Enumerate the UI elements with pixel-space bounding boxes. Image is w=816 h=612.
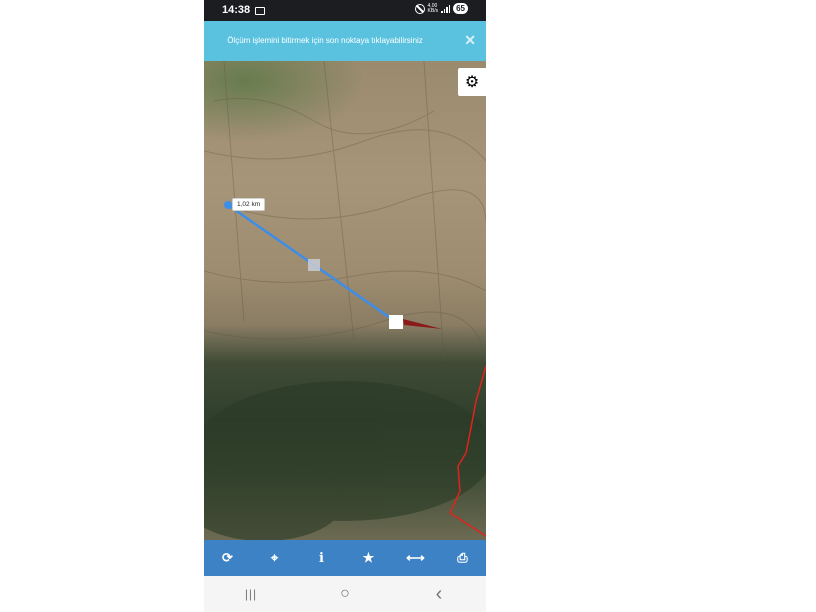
- print-button[interactable]: ⎙: [448, 543, 478, 573]
- locate-button[interactable]: ⌖: [260, 543, 290, 573]
- measure-icon: ⟷: [406, 550, 425, 565]
- favorite-button[interactable]: ★: [354, 543, 384, 573]
- info-button[interactable]: i: [307, 543, 337, 573]
- measure-start-point: [224, 201, 232, 209]
- settings-button[interactable]: ⚙: [458, 68, 486, 96]
- battery-badge: 65: [453, 3, 468, 14]
- info-icon: i: [319, 550, 324, 566]
- network-speed-unit: KB/s: [427, 7, 439, 14]
- android-nav-bar: ||| ○ ‹: [204, 576, 486, 612]
- satellite-map[interactable]: 1,02 km ⚙: [204, 61, 486, 540]
- measure-hint-banner: Ölçüm işlemini bitirmek için son noktaya…: [204, 21, 486, 61]
- recent-apps-button[interactable]: |||: [231, 579, 271, 609]
- gear-icon: ⚙: [464, 74, 480, 91]
- measure-button[interactable]: ⟷: [401, 543, 431, 573]
- measure-midpoint-handle[interactable]: [308, 259, 320, 271]
- refresh-icon: ⟳: [222, 550, 233, 565]
- recent-apps-icon: |||: [244, 587, 258, 601]
- crosshair-icon: ⌖: [270, 550, 279, 565]
- print-icon: ⎙: [457, 550, 468, 565]
- distance-label: 1,02 km: [232, 198, 266, 211]
- measure-end-handle[interactable]: [389, 315, 403, 329]
- back-button[interactable]: ‹: [419, 579, 459, 609]
- network-speed: 4,00 KB/s: [427, 3, 439, 14]
- signal-icon: [441, 4, 451, 13]
- refresh-button[interactable]: ⟳: [213, 543, 243, 573]
- bottom-toolbar: ⟳ ⌖ i ★ ⟷ ⎙: [204, 540, 486, 576]
- close-icon[interactable]: ✕: [464, 32, 476, 49]
- status-right-group: 4,00 KB/s 65: [414, 3, 468, 14]
- map-overlay: [204, 61, 486, 540]
- do-not-disturb-icon: [414, 3, 425, 14]
- banner-text: Ölçüm işlemini bitirmek için son noktaya…: [227, 36, 423, 45]
- star-icon: ★: [362, 550, 375, 565]
- status-bar: 14:38 4,00 KB/s 65: [204, 0, 486, 21]
- status-time: 14:38: [222, 4, 251, 16]
- home-button[interactable]: ○: [325, 579, 365, 609]
- notification-icon: [255, 7, 265, 15]
- cursor-marker: [403, 319, 442, 329]
- home-icon: ○: [340, 585, 350, 602]
- back-icon: ‹: [435, 582, 443, 605]
- phone-screen: 14:38 4,00 KB/s 65 Ölçüm işlemini bitirm…: [204, 0, 486, 612]
